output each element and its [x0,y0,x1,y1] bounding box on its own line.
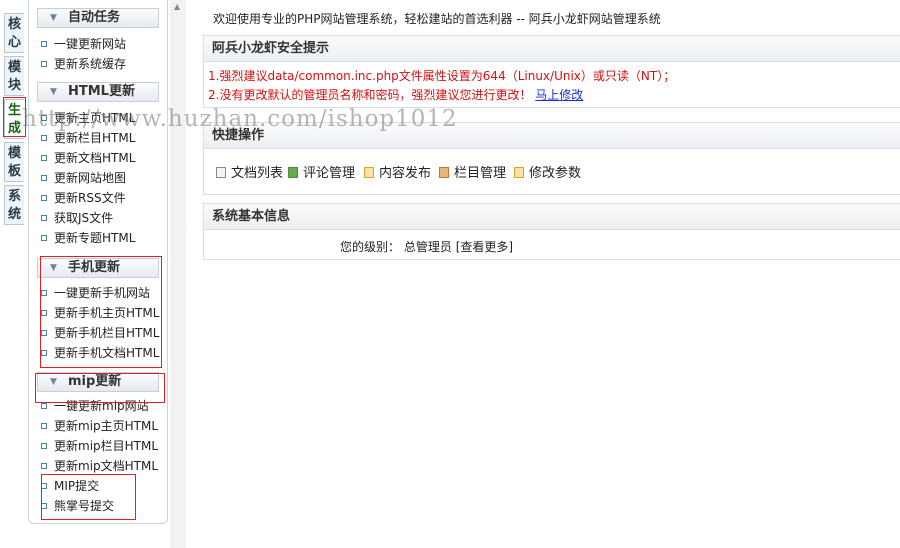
vertical-tab-bar: 核心 模块 生成 模板 系统 [0,0,28,548]
sidebar-item-label: 更新RSS文件 [54,191,126,205]
action-label: 内容发布 [379,166,432,181]
action-label: 修改参数 [529,166,582,181]
comment-icon [288,167,298,178]
chevron-down-icon: ▼ [50,13,57,23]
group-title: HTML更新 [68,84,135,99]
tab-core[interactable]: 核心 [4,13,24,53]
category-icon [439,167,449,178]
user-level-value: 总管理员 [403,240,452,254]
bullet-icon [41,154,47,161]
change-now-link[interactable]: 马上修改 [535,88,583,102]
action-label: 文档列表 [231,166,284,181]
action-content-publish[interactable]: 内容发布 [364,162,431,181]
action-doc-list[interactable]: 文档列表 [216,162,283,181]
sidebar-item-update-site[interactable]: 一键更新网站 [41,36,126,52]
view-more-link[interactable]: [查看更多] [456,240,513,254]
action-category-manage[interactable]: 栏目管理 [439,162,506,181]
action-label: 评论管理 [303,166,356,181]
edit-icon [364,167,374,178]
sidebar-item-mip-home[interactable]: 更新mip主页HTML [41,418,158,434]
tab-template[interactable]: 模板 [4,142,24,182]
settings-icon [514,167,524,178]
bullet-icon [41,422,47,429]
sidebar-item-label: 更新mip栏目HTML [54,439,159,453]
bullet-icon [41,174,47,181]
security-panel-title: 阿兵小龙虾安全提示 [204,36,900,62]
sidebar-item-update-cache[interactable]: 更新系统缓存 [41,56,126,72]
action-comment-manage[interactable]: 评论管理 [288,162,355,181]
sidebar-item-label: 更新mip文档HTML [54,459,159,473]
security-warning-2: 2.没有更改默认的管理员名称和密码，强烈建议您进行更改！ 马上修改 [208,86,583,103]
security-warning-1: 1.强烈建议data/common.inc.php文件属性设置为644（Linu… [208,69,676,83]
user-level-label: 您的级别： [340,240,401,254]
action-label: 栏目管理 [454,166,507,181]
sidebar-item-label: 更新网站地图 [54,171,127,185]
bullet-icon [41,214,47,221]
sidebar-item-rss[interactable]: 更新RSS文件 [41,190,126,206]
sidebar-item-sitemap[interactable]: 更新网站地图 [41,170,126,186]
sidebar-item-label: 更新文档HTML [54,151,136,165]
bullet-icon [41,462,47,469]
bullet-icon [41,442,47,449]
highlight-box-mip-submit [41,474,136,520]
bullet-icon [41,60,47,67]
sidebar-item-js[interactable]: 获取JS文件 [41,210,113,226]
tab-system[interactable]: 系统 [4,185,24,225]
watermark: http://www.huzhan.com/ishop1012 [22,106,458,132]
bullet-icon [41,134,47,141]
highlight-box-mobile-group [40,256,162,368]
sidebar-item-topic[interactable]: 更新专题HTML [41,230,135,246]
bullet-icon [41,402,47,409]
doc-list-icon [216,167,226,178]
quick-actions-panel: 快捷操作 文档列表 评论管理 内容发布 栏目管理 修改参数 [203,122,900,195]
sidebar-item-html-category[interactable]: 更新栏目HTML [41,130,135,146]
group-header-html-update[interactable]: ▼ HTML更新 [37,82,159,102]
chevron-down-icon: ▼ [50,87,57,97]
bullet-icon [41,194,47,201]
security-warning-2-text: 2.没有更改默认的管理员名称和密码，强烈建议您进行更改！ [208,88,532,102]
sidebar-item-mip-docs[interactable]: 更新mip文档HTML [41,458,158,474]
sidebar-item-label: 一键更新网站 [54,37,127,51]
sidebar-item-label: 更新mip主页HTML [54,419,159,433]
bullet-icon [41,234,47,241]
sidebar-item-label: 更新栏目HTML [54,131,136,145]
security-panel: 阿兵小龙虾安全提示 1.强烈建议data/common.inc.php文件属性设… [203,35,900,108]
bullet-icon [41,40,47,47]
splitter-bar[interactable]: ▲ [170,0,186,548]
group-title: 自动任务 [68,10,121,25]
sidebar-item-label: 更新系统缓存 [54,57,127,71]
tab-module[interactable]: 模块 [4,56,24,96]
welcome-text: 欢迎使用专业的PHP网站管理系统，轻松建站的首选利器 -- 阿兵小龙虾网站管理系… [213,12,661,26]
system-info-panel: 系统基本信息 您的级别： 总管理员 [查看更多] [203,203,900,260]
group-header-auto-tasks[interactable]: ▼ 自动任务 [37,8,159,28]
system-info-title: 系统基本信息 [204,204,900,230]
sidebar-item-label: 获取JS文件 [54,211,114,225]
sidebar-item-html-docs[interactable]: 更新文档HTML [41,150,135,166]
collapse-arrow-icon[interactable]: ▲ [174,2,180,11]
user-level-row: 您的级别： 总管理员 [查看更多] [340,238,513,255]
highlight-box-mip-group [35,373,165,403]
sidebar-item-label: 更新专题HTML [54,231,136,245]
sidebar-item-mip-category[interactable]: 更新mip栏目HTML [41,438,158,454]
action-modify-settings[interactable]: 修改参数 [514,162,581,181]
